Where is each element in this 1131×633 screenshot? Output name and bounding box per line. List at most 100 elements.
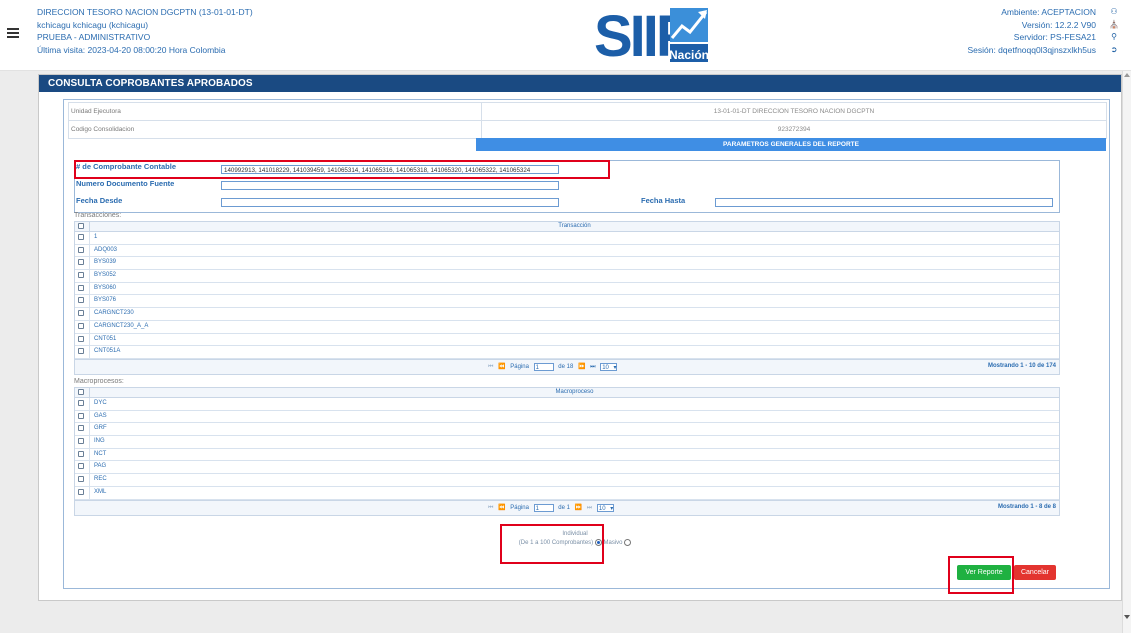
fecha-desde-input[interactable]	[221, 198, 559, 207]
macroproceso-checkbox[interactable]	[78, 412, 84, 419]
info-row-unidad: Unidad Ejecutora 13-01-01-DT DIRECCION T…	[68, 102, 1107, 121]
macroproceso-row[interactable]: PAG	[75, 461, 1059, 475]
server-line: Servidor: PS-FESA21	[1013, 32, 1096, 42]
logout-icon[interactable]: ➲	[1107, 44, 1121, 57]
transaccion-row[interactable]: ADQ003	[75, 244, 1059, 258]
transaccion-checkbox[interactable]	[78, 348, 84, 355]
page-label: Página	[510, 364, 529, 371]
macroproceso-row[interactable]: GRF	[75, 423, 1059, 437]
row-value: CNT051A	[89, 346, 1059, 358]
ambiente-line: Ambiente: ACEPTACION	[1001, 7, 1096, 17]
row-value: GRF	[89, 423, 1059, 436]
page-label: Página	[510, 505, 529, 512]
transaccion-checkbox[interactable]	[78, 297, 84, 304]
transaccion-row[interactable]: CNT051	[75, 333, 1059, 347]
macroproceso-row[interactable]: XML	[75, 486, 1059, 500]
profile-line: PRUEBA - ADMINISTRATIVO	[37, 32, 151, 42]
info-row-consolidacion: Codigo Consolidacion 923272394	[68, 120, 1107, 139]
transaccion-checkbox[interactable]	[78, 335, 84, 342]
key-icon[interactable]: ⚲	[1107, 31, 1121, 44]
row-value: REC	[89, 474, 1059, 486]
macroproceso-row[interactable]: DYC	[75, 398, 1059, 411]
transaccion-row[interactable]: CARGNCT230	[75, 308, 1059, 321]
environment-info: Ambiente: ACEPTACION Versión: 12.2.2 V90…	[967, 6, 1096, 56]
macroproceso-checkbox[interactable]	[78, 450, 84, 457]
transaccion-checkbox[interactable]	[78, 272, 84, 279]
hamburger-menu-icon[interactable]	[7, 28, 19, 38]
transaccion-checkbox[interactable]	[78, 322, 84, 329]
macroprocesos-pager: ⏮ ⏪ Página 1 de 1 ⏩ ⏭ 10 ▾ Mostrando 1 -…	[75, 499, 1059, 515]
macroproceso-row[interactable]: NCT	[75, 448, 1059, 462]
row-value: BYS076	[89, 295, 1059, 308]
page-input[interactable]: 1	[533, 503, 554, 512]
report-panel: CONSULTA COPROBANTES APROBADOS Unidad Ej…	[38, 74, 1122, 601]
last-visit-line: Última visita: 2023-04-20 08:00:20 Hora …	[37, 44, 226, 55]
row-value: DYC	[89, 398, 1059, 410]
unidad-label: Unidad Ejecutora	[71, 108, 121, 115]
page-size-select[interactable]: 10 ▾	[600, 362, 618, 371]
macroprocesos-grid: Macroproceso DYC GAS GRF ING NCT PAG REC XML ⏮ …	[74, 387, 1060, 516]
comprobante-highlight	[74, 160, 610, 179]
macroproceso-row[interactable]: GAS	[75, 410, 1059, 424]
scroll-down-icon[interactable]	[1124, 615, 1130, 619]
transaccion-row[interactable]: CNT051A	[75, 346, 1059, 359]
macroproceso-row[interactable]: REC	[75, 474, 1059, 487]
row-value: PAG	[89, 461, 1059, 474]
scroll-up-icon[interactable]	[1124, 73, 1130, 77]
cancelar-button[interactable]: Cancelar	[1014, 565, 1056, 580]
select-all-macroprocesos-checkbox[interactable]	[78, 389, 84, 395]
transaccion-checkbox[interactable]	[78, 310, 84, 317]
transaccion-row[interactable]: BYS060	[75, 282, 1059, 296]
macroproceso-checkbox[interactable]	[78, 463, 84, 470]
transaccion-row[interactable]: BYS076	[75, 295, 1059, 309]
macroproceso-column-header: Macroproceso	[89, 388, 1059, 397]
transaccion-checkbox[interactable]	[78, 259, 84, 266]
row-value: XML	[89, 486, 1059, 499]
row-value: GAS	[89, 410, 1059, 423]
macroproceso-checkbox[interactable]	[78, 438, 84, 445]
transaccion-row[interactable]: BYS039	[75, 257, 1059, 271]
consolidacion-value: 923272394	[481, 121, 1106, 138]
transaccion-row[interactable]: CARGNCT230_A_A	[75, 320, 1059, 334]
fecha-hasta-input[interactable]	[715, 198, 1053, 207]
prev-page-icon[interactable]: ⏪	[498, 505, 505, 511]
session-line: Sesión: dqetfnoqq0l3qjnszxlkh5us	[967, 44, 1096, 55]
macroproceso-checkbox[interactable]	[78, 476, 84, 483]
transaccion-checkbox[interactable]	[78, 246, 84, 253]
page-input[interactable]: 1	[533, 362, 554, 371]
macroproceso-checkbox[interactable]	[78, 400, 84, 406]
transaccion-row[interactable]: 1	[75, 232, 1059, 245]
macroprocesos-count: Mostrando 1 - 8 de 8	[997, 503, 1056, 510]
first-page-icon[interactable]: ⏮	[488, 364, 493, 370]
row-value: ADQ003	[89, 244, 1059, 257]
macroproceso-checkbox[interactable]	[78, 425, 84, 432]
macroproceso-checkbox[interactable]	[78, 488, 84, 495]
transacciones-grid: Transacción 1 ADQ003 BYS039 BYS052 BYS060 BYS…	[74, 221, 1060, 375]
users-icon[interactable]: ⚇	[1107, 6, 1121, 19]
transaccion-row[interactable]: BYS052	[75, 270, 1059, 283]
row-value: 1	[89, 232, 1059, 244]
next-page-icon[interactable]: ⏩	[578, 364, 585, 370]
page-scrollbar[interactable]	[1122, 71, 1131, 633]
page-size-select[interactable]: 10 ▾	[596, 503, 614, 512]
masivo-radio[interactable]	[624, 539, 632, 546]
next-page-icon[interactable]: ⏩	[575, 505, 582, 511]
bank-icon[interactable]: ⛪	[1107, 19, 1121, 32]
documento-input[interactable]	[221, 181, 559, 190]
first-page-icon[interactable]: ⏮	[488, 505, 493, 511]
last-page-icon[interactable]: ⏭	[587, 505, 592, 511]
logo-subtext: Nación	[669, 48, 709, 62]
transaccion-checkbox[interactable]	[78, 234, 84, 240]
user-context-info: DIRECCION TESORO NACION DGCPTN (13-01-01…	[37, 6, 253, 56]
transacciones-count: Mostrando 1 - 10 de 174	[987, 362, 1056, 369]
prev-page-icon[interactable]: ⏪	[498, 364, 505, 370]
macroproceso-row[interactable]: ING	[75, 436, 1059, 449]
transaccion-checkbox[interactable]	[78, 284, 84, 291]
row-value: BYS060	[89, 282, 1059, 295]
ver-reporte-highlight	[948, 556, 1014, 594]
macroprocesos-label: Macroprocesos:	[74, 378, 124, 385]
select-all-transacciones-checkbox[interactable]	[78, 223, 84, 229]
last-page-icon[interactable]: ⏭	[590, 364, 595, 370]
fecha-desde-label: Fecha Desde	[76, 196, 123, 205]
header-icons: ⚇ ⛪ ⚲ ➲	[1107, 6, 1121, 56]
